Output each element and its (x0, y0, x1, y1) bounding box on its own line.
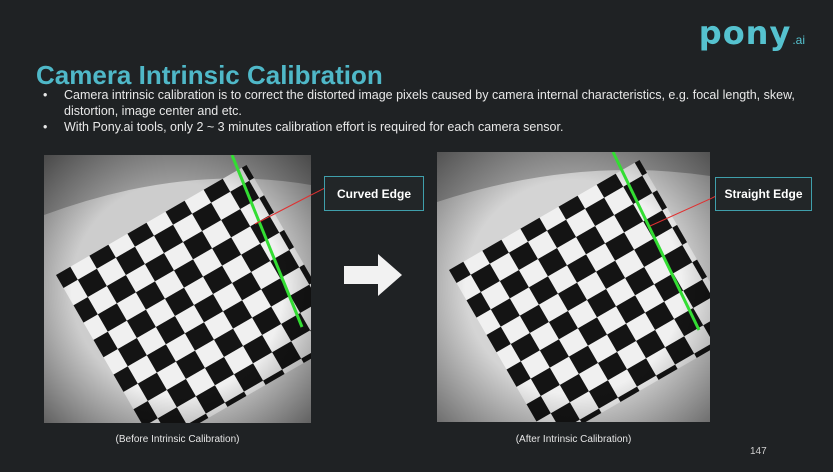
straight-edge-callout: Straight Edge (715, 177, 812, 211)
page-number: 147 (750, 446, 767, 457)
checkerboard-before (44, 155, 311, 423)
logo-suffix: .ai (792, 33, 805, 47)
bullet-item: With Pony.ai tools, only 2 ~ 3 minutes c… (40, 119, 810, 135)
after-calibration-image (437, 152, 710, 422)
before-calibration-image (44, 155, 311, 423)
slide: pony.ai Camera Intrinsic Calibration Cam… (0, 0, 833, 472)
bullet-item: Camera intrinsic calibration is to corre… (40, 87, 810, 119)
curved-edge-callout: Curved Edge (324, 176, 424, 211)
bullet-list: Camera intrinsic calibration is to corre… (40, 87, 810, 135)
callout-label: Straight Edge (724, 187, 803, 201)
before-caption: (Before Intrinsic Calibration) (115, 434, 240, 445)
after-caption: (After Intrinsic Calibration) (515, 434, 632, 445)
pointer-connector (311, 187, 325, 196)
right-arrow-icon (344, 254, 402, 296)
pony-ai-logo: pony.ai (699, 14, 805, 52)
checkerboard-after (437, 152, 710, 422)
logo-text: pony (698, 14, 792, 52)
callout-label: Curved Edge (336, 186, 411, 201)
